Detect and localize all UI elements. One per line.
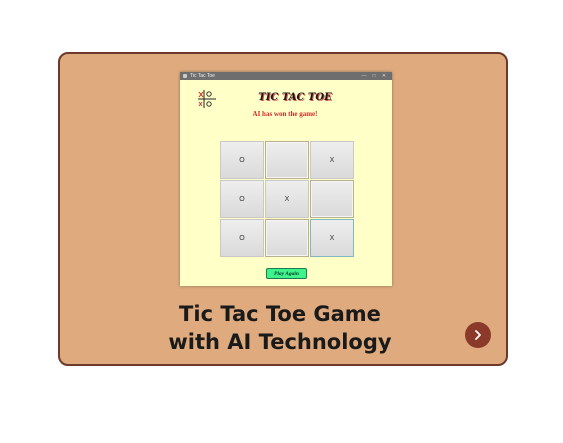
- board-cell[interactable]: [265, 219, 309, 257]
- game-board: O X O X O X: [220, 141, 354, 257]
- board-cell[interactable]: X: [265, 180, 309, 218]
- game-status: AI has won the game!: [252, 110, 318, 118]
- board-cell[interactable]: [310, 180, 354, 218]
- next-button[interactable]: [465, 322, 491, 348]
- minimize-button[interactable]: —: [359, 72, 369, 80]
- board-cell[interactable]: O: [220, 141, 264, 179]
- board-cell[interactable]: O: [220, 219, 264, 257]
- play-again-button[interactable]: Play Again: [266, 268, 307, 279]
- board-cell[interactable]: [265, 141, 309, 179]
- game-window: Tic Tac Toe — □ ✕ TIC TAC TOE AI has won…: [180, 72, 392, 286]
- caption-line-2: with AI Technology: [168, 330, 392, 354]
- board-cell[interactable]: O: [220, 180, 264, 218]
- tic-tac-toe-logo-icon: [198, 90, 216, 108]
- app-icon: [183, 74, 187, 78]
- board-cell[interactable]: X: [310, 141, 354, 179]
- chevron-right-icon: [475, 330, 481, 340]
- window-titlebar: Tic Tac Toe — □ ✕: [180, 72, 392, 80]
- project-caption: Tic Tac Toe Game with AI Technology: [150, 300, 410, 356]
- close-button[interactable]: ✕: [379, 72, 389, 80]
- board-cell[interactable]: X: [310, 219, 354, 257]
- game-title: TIC TAC TOE: [258, 92, 332, 103]
- window-title: Tic Tac Toe: [190, 73, 215, 79]
- project-card: Tic Tac Toe — □ ✕ TIC TAC TOE AI has won…: [58, 52, 508, 366]
- caption-line-1: Tic Tac Toe Game: [179, 302, 381, 326]
- maximize-button[interactable]: □: [369, 72, 379, 80]
